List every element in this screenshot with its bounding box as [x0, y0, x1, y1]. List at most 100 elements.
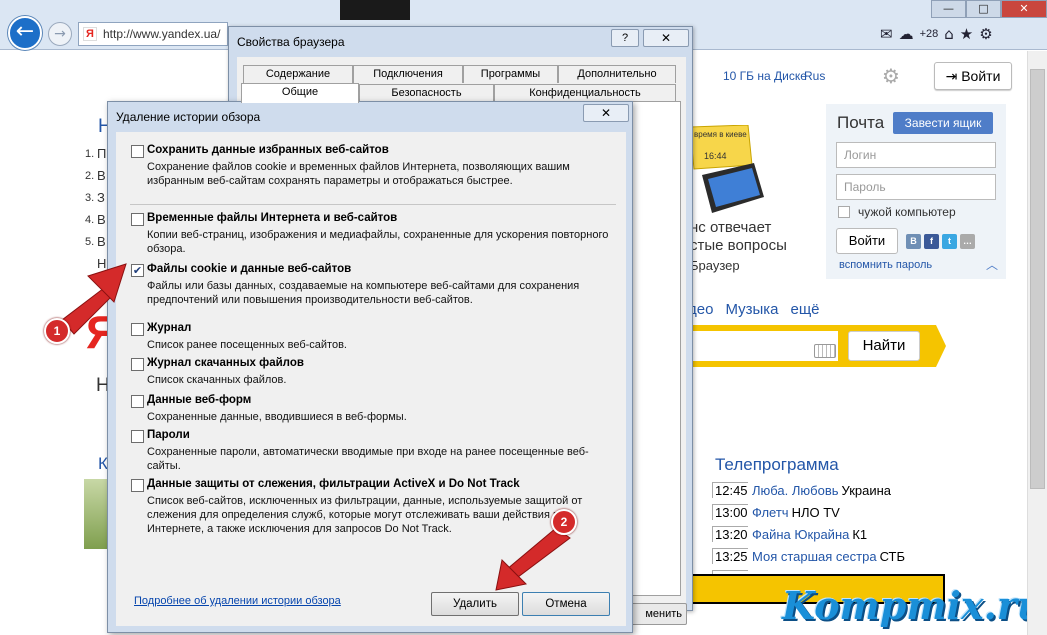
- option-title[interactable]: Сохранить данные избранных веб-сайтов: [147, 144, 389, 156]
- search-input[interactable]: [688, 331, 838, 361]
- more-social-icon[interactable]: …: [960, 234, 975, 249]
- option-checkbox[interactable]: [131, 430, 144, 443]
- minimize-button[interactable]: —: [931, 0, 966, 18]
- option-checkbox[interactable]: [131, 213, 144, 226]
- language-link[interactable]: Rus: [804, 69, 825, 83]
- list-item-fragment[interactable]: В: [97, 234, 106, 249]
- maximize-button[interactable]: □: [966, 0, 1001, 18]
- remind-password-link[interactable]: вспомнить пароль: [839, 259, 932, 271]
- tab-connections[interactable]: Подключения: [353, 65, 463, 83]
- cancel-button[interactable]: Отмена: [522, 592, 610, 616]
- yandex-favicon-icon: Я: [83, 27, 97, 41]
- arrow-right-icon: →: [54, 26, 66, 42]
- option-description: Список ранее посещенных веб-сайтов.: [147, 339, 347, 351]
- option-checkbox[interactable]: [131, 145, 144, 158]
- tv-time: 12:45: [712, 482, 748, 498]
- search-bar-tail: [936, 325, 946, 367]
- tools-gear-icon[interactable]: ⚙: [979, 25, 992, 43]
- tab-content[interactable]: Содержание: [243, 65, 353, 83]
- mail-login-button[interactable]: Войти: [836, 228, 898, 254]
- option-description: Список скачанных файлов.: [147, 374, 287, 386]
- option-checkbox[interactable]: [131, 395, 144, 408]
- mail-title: Почта: [837, 113, 885, 132]
- list-item-fragment[interactable]: П: [97, 146, 106, 161]
- back-button[interactable]: ←: [8, 16, 42, 50]
- tv-row: 13:20 Файна Юкрайна К1: [712, 526, 905, 548]
- tv-show-link[interactable]: Флетч: [752, 505, 789, 520]
- list-number: 1.: [85, 148, 95, 160]
- learn-more-link[interactable]: Подробнее об удалении истории обзора: [134, 595, 341, 607]
- delete-button[interactable]: Удалить: [431, 592, 519, 616]
- option-title[interactable]: Данные защиты от слежения, фильтрации Ac…: [147, 478, 520, 490]
- list-item-fragment[interactable]: З: [97, 190, 105, 205]
- register-mailbox-button[interactable]: Завести ящик: [893, 112, 993, 134]
- option-checkbox[interactable]: [131, 323, 144, 336]
- option-title[interactable]: Данные веб-форм: [147, 394, 251, 406]
- weather-temperature: +28: [919, 28, 939, 40]
- tv-show-link[interactable]: Файна Юкрайна: [752, 527, 849, 542]
- home-icon[interactable]: ⌂: [944, 25, 954, 43]
- toolbar-right: ✉ ☁ +28 ⌂ ★ ⚙: [880, 22, 993, 46]
- tv-show-link[interactable]: Люба. Любовь: [752, 483, 839, 498]
- option-checkbox[interactable]: [131, 358, 144, 371]
- alien-computer-checkbox[interactable]: [838, 206, 850, 218]
- list-item-fragment[interactable]: В: [97, 212, 106, 227]
- option-checkbox[interactable]: ✔: [131, 264, 144, 277]
- window-close-button[interactable]: ✕: [1001, 0, 1047, 18]
- search-button[interactable]: Найти: [848, 331, 920, 361]
- twitter-icon[interactable]: t: [942, 234, 957, 249]
- favorites-star-icon[interactable]: ★: [960, 25, 973, 43]
- mail-icon[interactable]: ✉: [880, 25, 893, 43]
- option-description: Файлы или базы данных, создаваемые на ко…: [147, 280, 580, 306]
- login-top-button[interactable]: ⇥ Войти: [934, 62, 1012, 90]
- tv-title[interactable]: Телепрограмма: [715, 455, 839, 475]
- tv-time: 13:20: [712, 526, 748, 542]
- weather-cloud-icon[interactable]: ☁: [899, 25, 914, 43]
- tv-channel: Украина: [841, 483, 892, 498]
- option-checkbox[interactable]: [131, 479, 144, 492]
- mail-panel: Почта Завести ящик Логин Пароль чужой ко…: [826, 104, 1006, 279]
- service-music-link[interactable]: Музыка: [725, 301, 778, 318]
- option-title[interactable]: Журнал скачанных файлов: [147, 357, 304, 369]
- tv-channel: К1: [852, 527, 868, 542]
- option-title[interactable]: Временные файлы Интернета и веб-сайтов: [147, 212, 397, 224]
- dialog-title: Свойства браузера: [237, 35, 345, 49]
- disk-link[interactable]: 10 ГБ на Диске: [723, 69, 807, 83]
- scrollbar-thumb[interactable]: [1030, 69, 1045, 489]
- dialog-body: Сохранить данные избранных веб-сайтов Сох…: [116, 132, 626, 626]
- forward-button[interactable]: →: [48, 22, 72, 46]
- vk-icon[interactable]: В: [906, 234, 921, 249]
- option-title[interactable]: Файлы cookie и данные веб-сайтов: [147, 263, 351, 275]
- list-item-fragment[interactable]: В: [97, 168, 106, 183]
- list-number: 5.: [85, 236, 95, 248]
- chevron-up-icon[interactable]: ︿: [986, 256, 998, 273]
- tab-programs[interactable]: Программы: [463, 65, 558, 83]
- tab-security[interactable]: Безопасность: [359, 84, 494, 102]
- promo-text-line3[interactable]: Браузер: [690, 258, 740, 273]
- tv-show-link[interactable]: Моя старшая сестра: [752, 549, 877, 564]
- promo-text-line1[interactable]: нс отвечает: [690, 219, 771, 236]
- browser-tab-thumbnail[interactable]: [340, 0, 410, 20]
- option-description: Сохраненные пароли, автоматически вводим…: [147, 446, 589, 472]
- login-input[interactable]: Логин: [836, 142, 996, 168]
- facebook-icon[interactable]: f: [924, 234, 939, 249]
- password-input[interactable]: Пароль: [836, 174, 996, 200]
- option-title[interactable]: Пароли: [147, 429, 190, 441]
- close-button[interactable]: ✕: [643, 29, 689, 47]
- apply-button[interactable]: менить: [631, 603, 687, 625]
- tab-privacy[interactable]: Конфиденциальность: [494, 84, 676, 102]
- page-scrollbar[interactable]: [1027, 51, 1047, 635]
- option-title[interactable]: Журнал: [147, 322, 191, 334]
- address-bar[interactable]: Я http://www.yandex.ua/: [78, 22, 228, 46]
- keyboard-icon[interactable]: [814, 344, 836, 358]
- watermark: Kompmix.ru: [782, 583, 1045, 628]
- tab-advanced[interactable]: Дополнительно: [558, 65, 676, 83]
- tab-general[interactable]: Общие: [241, 83, 359, 103]
- close-button[interactable]: ✕: [583, 104, 629, 122]
- dialog-title: Удаление истории обзора: [116, 110, 261, 124]
- step-badge-2: 2: [551, 509, 577, 535]
- settings-gear-icon[interactable]: ⚙: [882, 64, 900, 88]
- help-button[interactable]: ?: [611, 29, 639, 47]
- service-more-link[interactable]: ещё: [791, 301, 820, 318]
- promo-text-line2[interactable]: стые вопросы: [690, 237, 787, 254]
